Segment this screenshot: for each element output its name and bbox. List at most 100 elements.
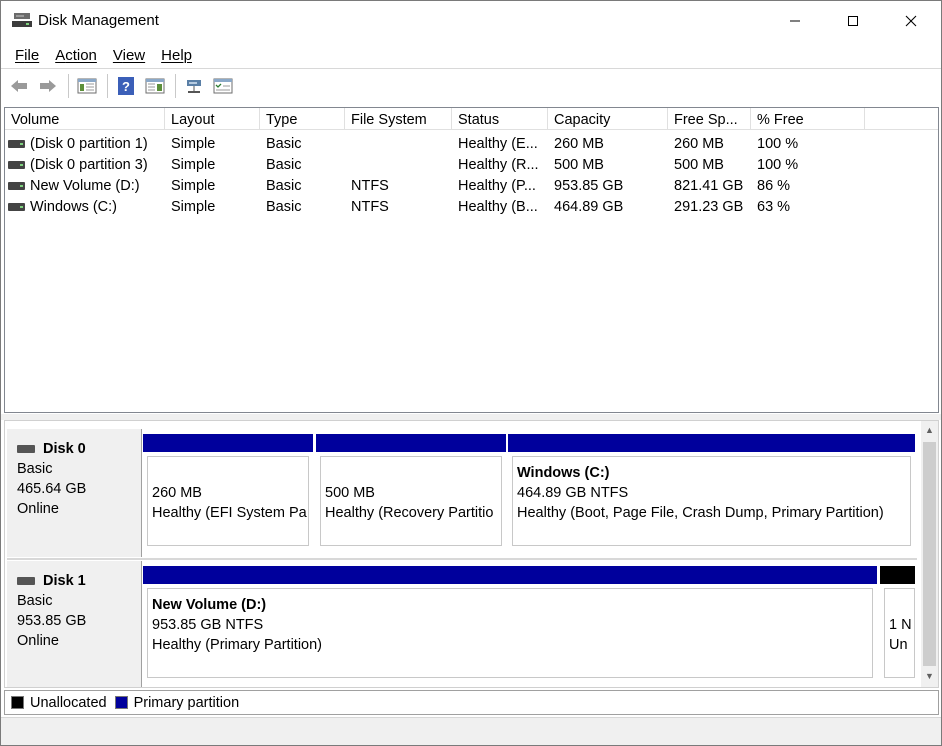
volume-cell: (Disk 0 partition 3) (5, 157, 165, 173)
properties-icon (145, 78, 165, 93)
volume-icon (8, 160, 25, 169)
table-row[interactable]: Windows (C:) Simple Basic NTFS Healthy (… (5, 196, 938, 217)
column-header-layout[interactable]: Layout (165, 108, 260, 130)
column-header-file-system[interactable]: File System (345, 108, 452, 130)
forward-button[interactable] (36, 74, 60, 98)
graphical-view-scrollbar[interactable]: ▲ ▼ (921, 421, 938, 687)
disk-icon (17, 445, 35, 453)
volume-list-header: Volume Layout Type File System Status Ca… (5, 108, 938, 130)
capacity-cell: 500 MB (554, 156, 604, 173)
disk-1-state: Online (17, 633, 59, 649)
partition-status: Healthy (Boot, Page File, Crash Dump, Pr… (517, 505, 884, 521)
primary-partition-swatch (114, 696, 128, 709)
menu-action[interactable]: Action (47, 47, 105, 64)
free-space-cell: 500 MB (674, 156, 724, 173)
disk-1-unallocated-space[interactable]: 1 N Un (880, 566, 915, 684)
disk-0-partition-3[interactable]: 500 MB Healthy (Recovery Partitio (316, 434, 506, 552)
new-volume-d-partition[interactable]: New Volume (D:) 953.85 GB NTFS Healthy (… (143, 566, 877, 684)
scrollbar-thumb[interactable] (923, 442, 936, 666)
forward-arrow-icon (40, 79, 56, 92)
settings-checklist-button[interactable] (211, 74, 235, 98)
minimize-button[interactable] (772, 1, 818, 41)
menu-help[interactable]: Help (153, 47, 200, 64)
file-system-cell: NTFS (351, 177, 389, 194)
disk-1-type: Basic (17, 593, 53, 609)
file-system-cell: NTFS (351, 198, 389, 215)
table-row[interactable]: (Disk 0 partition 3) Simple Basic Health… (5, 154, 938, 175)
column-header-percent-free[interactable]: % Free (751, 108, 865, 130)
partition-name: New Volume (D:) (152, 597, 267, 613)
disk-separator (7, 558, 917, 560)
disk-0-partition-1[interactable]: 260 MB Healthy (EFI System Pa (143, 434, 313, 552)
disk-0-label[interactable]: Disk 0 Basic 465.64 GB Online (7, 429, 142, 557)
percent-free-cell: 100 % (757, 156, 799, 173)
free-space-cell: 821.41 GB (674, 177, 744, 194)
column-header-free-space[interactable]: Free Sp... (668, 108, 751, 130)
help-button[interactable]: ? (114, 74, 138, 98)
capacity-cell: 953.85 GB (554, 177, 624, 194)
help-icon: ? (118, 76, 134, 95)
disk-graphical-view: Disk 0 Basic 465.64 GB Online 260 MB Hea… (4, 420, 939, 688)
window-title: Disk Management (38, 12, 159, 29)
svg-text:?: ? (122, 79, 130, 94)
column-header-type[interactable]: Type (260, 108, 345, 130)
menu-view[interactable]: View (105, 47, 153, 64)
back-button[interactable] (7, 74, 31, 98)
unallocated-swatch (11, 696, 24, 709)
column-header-capacity[interactable]: Capacity (548, 108, 668, 130)
settings-checklist-icon (213, 78, 233, 93)
volume-cell: Windows (C:) (5, 199, 165, 215)
back-arrow-icon (11, 79, 27, 92)
partition-size: 260 MB (152, 485, 202, 501)
volume-icon (8, 202, 25, 211)
windows-c-partition[interactable]: Windows (C:) 464.89 GB NTFS Healthy (Boo… (508, 434, 915, 552)
column-header-volume[interactable]: Volume (5, 108, 165, 130)
legend: Unallocated Primary partition (4, 690, 939, 715)
disk-0-state: Online (17, 501, 59, 517)
column-header-filler (865, 108, 938, 130)
connect-virtual-disk-button[interactable] (182, 74, 206, 98)
partition-color-bar (143, 566, 877, 584)
minimize-icon (790, 20, 800, 22)
status-bar (1, 717, 941, 745)
close-button[interactable] (888, 1, 934, 41)
volume-cell: New Volume (D:) (5, 178, 165, 194)
scroll-down-icon[interactable]: ▼ (925, 671, 934, 681)
status-cell: Healthy (P... (458, 177, 536, 194)
percent-free-cell: 86 % (757, 177, 791, 194)
volume-cell: (Disk 0 partition 1) (5, 136, 165, 152)
disk-0-size: 465.64 GB (17, 481, 87, 497)
status-cell: Healthy (R... (458, 156, 539, 173)
unallocated-color-bar (880, 566, 915, 584)
partition-name: Windows (C:) (517, 465, 610, 481)
disk-1-label[interactable]: Disk 1 Basic 953.85 GB Online (7, 561, 142, 687)
menu-file[interactable]: File (7, 47, 47, 64)
maximize-button[interactable] (830, 1, 876, 41)
disk-management-app-icon (12, 12, 32, 30)
disk-management-window: Disk Management File Action View Help ? (0, 0, 942, 746)
volume-icon (8, 139, 25, 148)
close-icon (905, 15, 917, 27)
partition-details: 260 MB Healthy (EFI System Pa (147, 456, 309, 546)
type-cell: Basic (266, 135, 302, 152)
title-bar[interactable]: Disk Management (1, 1, 941, 41)
status-cell: Healthy (E... (458, 135, 538, 152)
table-row[interactable]: (Disk 0 partition 1) Simple Basic Health… (5, 133, 938, 154)
column-header-status[interactable]: Status (452, 108, 548, 130)
connect-virtual-disk-icon (187, 79, 201, 93)
partition-details: New Volume (D:) 953.85 GB NTFS Healthy (… (147, 588, 873, 678)
status-cell: Healthy (B... (458, 198, 538, 215)
properties-button[interactable] (143, 74, 167, 98)
partition-size: 500 MB (325, 485, 375, 501)
type-cell: Basic (266, 177, 302, 194)
free-space-cell: 291.23 GB (674, 198, 744, 215)
partition-color-bar (508, 434, 915, 452)
scroll-up-icon[interactable]: ▲ (925, 425, 934, 435)
type-cell: Basic (266, 198, 302, 215)
partition-size: 464.89 GB NTFS (517, 485, 629, 501)
percent-free-cell: 63 % (757, 198, 791, 215)
toolbar-separator (175, 73, 176, 98)
toolbar: ? (1, 68, 941, 102)
show-hide-console-tree-button[interactable] (75, 74, 99, 98)
table-row[interactable]: New Volume (D:) Simple Basic NTFS Health… (5, 175, 938, 196)
